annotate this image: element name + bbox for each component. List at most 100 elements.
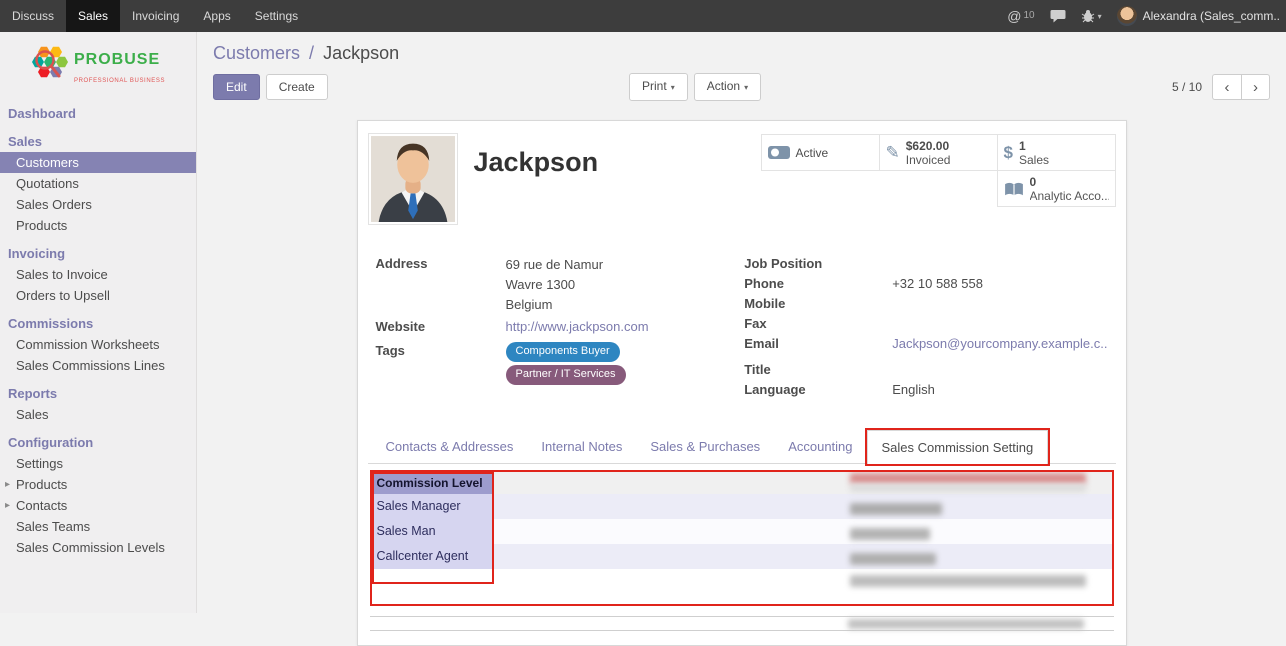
breadcrumb-separator: / [309,43,314,63]
website-link[interactable]: http://www.jackpson.com [506,318,649,335]
mobile-label: Mobile [744,295,892,312]
title-field: Title [744,361,1107,378]
chevron-down-icon: ▾ [744,83,748,92]
table-row-sales-manager[interactable]: Sales Manager [372,494,1112,519]
address-label: Address [376,255,506,315]
app-menu: Discuss Sales Invoicing Apps Settings [0,0,310,32]
menu-discuss[interactable]: Discuss [0,0,66,32]
mentions-indicator[interactable]: @ 10 [1007,8,1034,24]
tags-field: Tags Components Buyer Partner / IT Servi… [376,342,745,385]
probuse-logo[interactable]: PROBUSE PROFESSIONAL BUSINESS [0,32,196,100]
phone-label: Phone [744,275,892,292]
action-label: Action [707,79,740,93]
redacted-content [850,553,936,565]
column-header-commission-level[interactable]: Commission Level [372,472,492,494]
edit-button[interactable]: Edit [213,74,260,100]
address-city: Wavre 1300 [506,275,604,295]
pager-next-button[interactable]: › [1241,74,1270,100]
sidebar-item-config-contacts[interactable]: ▸Contacts [0,495,196,516]
sidebar-item-sales-commission-levels[interactable]: Sales Commission Levels [0,537,196,558]
tab-sales-commission-setting[interactable]: Sales Commission Setting [867,430,1049,464]
phone-value: +32 10 588 558 [892,275,983,292]
sidebar-item-sales-commissions-lines[interactable]: Sales Commissions Lines [0,355,196,376]
user-menu[interactable]: Alexandra (Sales_comm.. [1117,6,1280,26]
language-label: Language [744,381,892,398]
sidebar-item-products[interactable]: Products [0,215,196,236]
table-footer-strip [370,616,1114,631]
email-link[interactable]: Jackpson@yourcompany.example.c.. [892,335,1107,352]
redacted-content [848,619,1084,629]
invoiced-stat-button[interactable]: ✎ $620.00 Invoiced [879,134,998,171]
debug-menu[interactable]: ▾ [1081,9,1102,23]
website-field: Website http://www.jackpson.com [376,318,745,335]
table-row-callcenter-agent[interactable]: Callcenter Agent [372,544,1112,569]
address-field: Address 69 rue de Namur Wavre 1300 Belgi… [376,255,745,315]
tab-accounting[interactable]: Accounting [774,430,866,463]
print-label: Print [642,79,667,93]
commission-level-cell: Sales Manager [372,494,492,519]
user-name: Alexandra (Sales_comm.. [1143,9,1280,23]
email-field: Email Jackpson@yourcompany.example.c.. [744,335,1107,352]
invoiced-label: Invoiced [906,153,951,167]
sidebar-item-customers[interactable]: Customers [0,152,196,173]
chevron-down-icon: ▾ [1098,12,1102,21]
sales-label: Sales [1019,153,1049,167]
job-position-field: Job Position [744,255,1107,272]
breadcrumb-customers-link[interactable]: Customers [213,43,300,63]
pager-previous-button[interactable]: ‹ [1212,74,1241,100]
language-value: English [892,381,935,398]
expand-arrow-icon[interactable]: ▸ [5,474,10,495]
job-position-label: Job Position [744,255,892,272]
menu-apps[interactable]: Apps [191,0,242,32]
breadcrumb: Customers / Jackpson [213,42,1270,64]
sidebar-item-config-products[interactable]: ▸Products [0,474,196,495]
sidebar-item-sales-to-invoice[interactable]: Sales to Invoice [0,264,196,285]
sidebar-item-sales-teams[interactable]: Sales Teams [0,516,196,537]
sidebar-item-settings[interactable]: Settings [0,453,196,474]
sidebar-item-commission-worksheets[interactable]: Commission Worksheets [0,334,196,355]
bug-icon [1081,9,1095,23]
language-field: Language English [744,381,1107,398]
topbar-right: @ 10 ▾ Alexandra (Sales_comm.. [1007,0,1286,32]
mention-count-badge: 10 [1023,10,1034,21]
print-dropdown[interactable]: Print▾ [629,73,688,101]
sidebar-item-orders-to-upsell[interactable]: Orders to Upsell [0,285,196,306]
table-row-sales-man[interactable]: Sales Man [372,519,1112,544]
stat-button-group: Active ✎ $620.00 Invoiced $ 1 Sales [758,134,1116,207]
menu-settings[interactable]: Settings [243,0,310,32]
sidebar-header-commissions: Commissions [0,312,196,334]
sidebar-header-dashboard: Dashboard [0,102,196,124]
control-panel-buttons: Edit Create Print▾ Action▾ 5 / 10 ‹ › [213,74,1270,100]
tab-contacts-addresses[interactable]: Contacts & Addresses [372,430,528,463]
at-icon: @ [1007,8,1021,24]
tab-sales-purchases[interactable]: Sales & Purchases [636,430,774,463]
main-content: Customers / Jackpson Edit Create Print▾ … [197,32,1286,613]
sales-stat-button[interactable]: $ 1 Sales [997,134,1116,171]
dollar-icon: $ [1004,143,1013,163]
address-street: 69 rue de Namur [506,255,604,275]
mobile-field: Mobile [744,295,1107,312]
website-label: Website [376,318,506,335]
messages-icon[interactable] [1050,9,1066,24]
redacted-content [850,473,1086,484]
analytic-label: Analytic Acco... [1030,189,1109,203]
phone-field: Phone +32 10 588 558 [744,275,1107,292]
sidebar-item-quotations[interactable]: Quotations [0,173,196,194]
sidebar-nav: Dashboard Sales Customers Quotations Sal… [0,102,196,558]
sidebar-header-reports: Reports [0,382,196,404]
sidebar-item-reports-sales[interactable]: Sales [0,404,196,425]
sidebar-item-sales-orders[interactable]: Sales Orders [0,194,196,215]
redacted-content [850,503,942,515]
fax-field: Fax [744,315,1107,332]
action-dropdown[interactable]: Action ▾ [694,73,761,101]
analytic-accounts-stat-button[interactable]: 0 Analytic Acco... [997,170,1116,207]
menu-sales[interactable]: Sales [66,0,120,32]
active-stat-button[interactable]: Active [761,134,880,171]
menu-invoicing[interactable]: Invoicing [120,0,191,32]
commission-level-cell: Callcenter Agent [372,544,492,569]
tab-internal-notes[interactable]: Internal Notes [527,430,636,463]
create-button[interactable]: Create [266,74,328,100]
pager: ‹ › [1212,74,1270,100]
expand-arrow-icon[interactable]: ▸ [5,495,10,516]
sidebar: PROBUSE PROFESSIONAL BUSINESS Dashboard … [0,32,197,613]
